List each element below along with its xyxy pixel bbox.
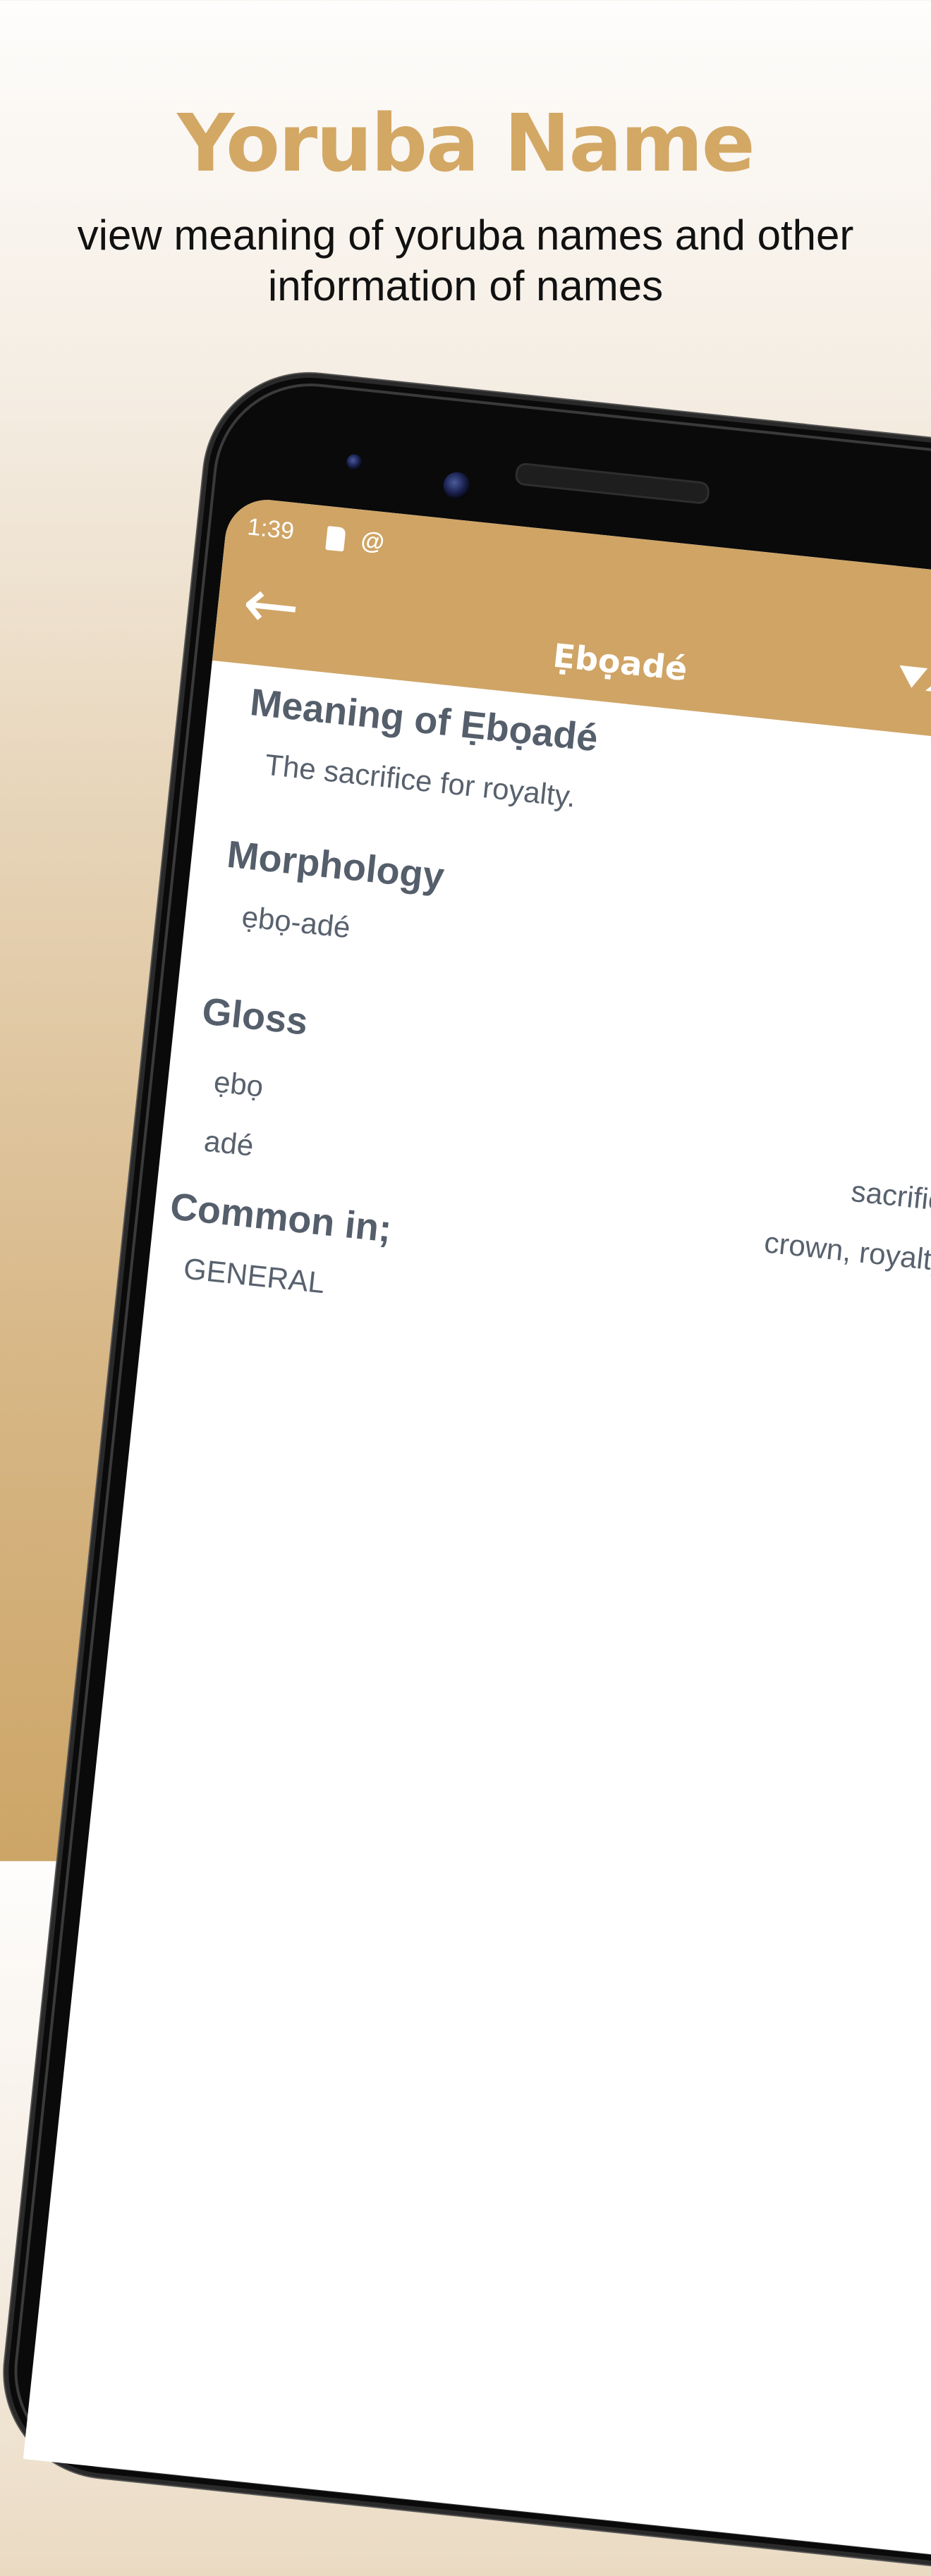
phone-frame: 1:39 @ ← Ẹbọadé Meaning of Ẹbọadé The sa…: [0, 363, 931, 2576]
morphology-heading: Morphology: [225, 833, 446, 898]
gloss-definition: sacrifice: [849, 1174, 931, 1219]
common-in-heading: Common in;: [168, 1185, 394, 1251]
meaning-text: The sacrifice for royalty.: [263, 747, 578, 814]
promo-title: Yoruba Name: [177, 98, 755, 190]
back-button[interactable]: ←: [236, 563, 306, 647]
common-in-text: GENERAL: [182, 1251, 327, 1300]
app-screen: 1:39 @ ← Ẹbọadé Meaning of Ẹbọadé The sa…: [23, 496, 931, 2563]
gloss-heading: Gloss: [200, 990, 310, 1043]
app-bar-title: Ẹbọadé: [551, 636, 690, 689]
wifi-icon: [897, 665, 928, 689]
gloss-term: ẹbọ: [212, 1065, 265, 1103]
gloss-term: adé: [202, 1124, 255, 1163]
arrow-left-icon: ←: [238, 563, 304, 648]
status-time: 1:39: [246, 513, 296, 545]
sd-card-icon: [325, 525, 346, 552]
promo-subtitle: view meaning of yoruba names and other i…: [77, 211, 854, 309]
at-sign-icon: @: [359, 527, 386, 556]
gloss-definition: crown, royalty: [762, 1225, 931, 1278]
morphology-text: ẹbọ-adé: [240, 900, 352, 945]
